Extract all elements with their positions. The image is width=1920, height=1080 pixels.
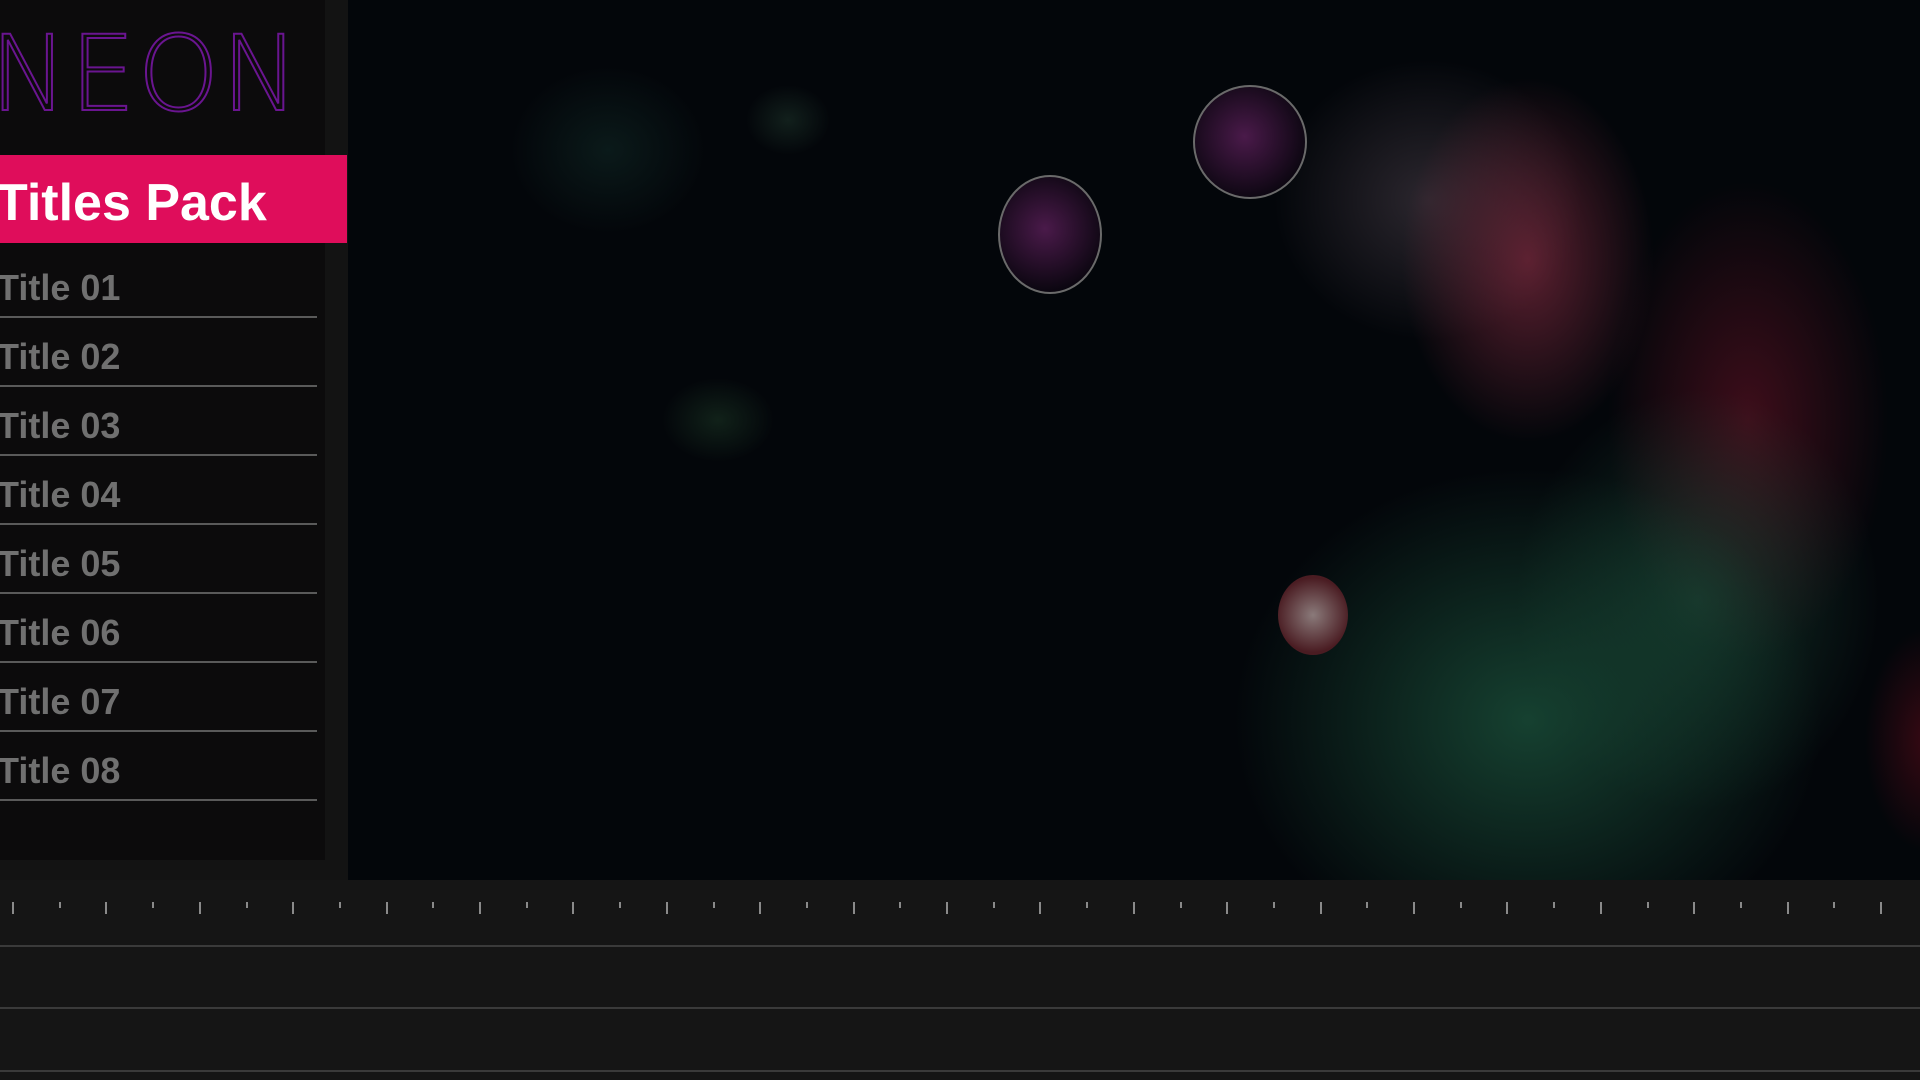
ruler-tick [245, 902, 248, 908]
ruler-tick [1599, 902, 1602, 914]
ruler-tick [619, 902, 622, 908]
ruler-tick [992, 902, 995, 908]
ruler-tick [1880, 902, 1882, 914]
title-label: Title 08 [0, 750, 121, 791]
ruler-tick [665, 902, 668, 914]
title-item-01[interactable]: Title 01 [0, 249, 317, 318]
ruler-tick [1646, 902, 1649, 908]
video-preview[interactable] [348, 0, 1920, 880]
ruler-tick [152, 902, 155, 908]
title-label: Title 03 [0, 405, 121, 446]
ruler-tick [572, 902, 575, 914]
title-item-08[interactable]: Title 08 [0, 732, 317, 801]
ruler-tick [1459, 902, 1462, 908]
ruler-tick [58, 902, 61, 908]
ruler-tick [1413, 902, 1415, 914]
ruler-tick [712, 902, 715, 908]
ruler-tick [1319, 902, 1322, 914]
ruler-tick [899, 902, 902, 908]
ruler-tick [759, 902, 762, 914]
ruler-tick [198, 902, 201, 914]
ruler-tick [12, 902, 14, 914]
ruler-tick [1786, 902, 1789, 914]
title-list: Title 01 Title 02 Title 03 Title 04 Titl… [0, 249, 317, 801]
timeline[interactable] [0, 880, 1920, 1080]
ruler-tick [1132, 902, 1135, 914]
title-label: Title 07 [0, 681, 121, 722]
title-label: Title 05 [0, 543, 121, 584]
ruler-tick [1693, 902, 1696, 914]
track-divider [0, 1070, 1920, 1072]
title-label: Title 01 [0, 267, 121, 308]
sunglasses-lens-left [998, 175, 1102, 294]
ruler-tick [1179, 902, 1182, 908]
track-divider [0, 1007, 1920, 1009]
sunglasses-lens-right [1193, 85, 1307, 199]
ruler-tick [338, 902, 341, 908]
title-item-05[interactable]: Title 05 [0, 525, 317, 594]
ruler-tick [1086, 902, 1089, 908]
ruler-tick [479, 902, 481, 914]
track-divider [0, 945, 1920, 947]
ruler-tick [292, 902, 295, 914]
titles-pack-title: Titles Pack [0, 174, 267, 232]
title-label: Title 06 [0, 612, 121, 653]
wristwatch [1278, 575, 1348, 655]
ruler-tick [1833, 902, 1836, 908]
ruler-tick [1039, 902, 1042, 914]
titles-panel: NEON Titles Pack Title 01 Title 02 Title… [0, 0, 348, 880]
ruler-tick [946, 902, 948, 914]
title-item-06[interactable]: Title 06 [0, 594, 317, 663]
ruler-tick [1506, 902, 1509, 914]
ruler-tick [432, 902, 435, 908]
titles-pack-header: Titles Pack [0, 155, 347, 243]
title-item-03[interactable]: Title 03 [0, 387, 317, 456]
ruler-tick [105, 902, 108, 914]
title-item-02[interactable]: Title 02 [0, 318, 317, 387]
ruler-tick [805, 902, 808, 908]
ruler-tick [1226, 902, 1229, 914]
ruler-tick [1739, 902, 1742, 908]
neon-logo: NEON [0, 13, 302, 135]
ruler-tick [1366, 902, 1369, 908]
ruler-tick [1272, 902, 1275, 908]
title-item-04[interactable]: Title 04 [0, 456, 317, 525]
ruler-tick [525, 902, 528, 908]
ruler-tick [385, 902, 388, 914]
timeline-ruler[interactable] [0, 894, 1920, 918]
title-label: Title 02 [0, 336, 121, 377]
ruler-tick [852, 902, 855, 914]
ruler-tick [1553, 902, 1556, 908]
title-item-07[interactable]: Title 07 [0, 663, 317, 732]
title-label: Title 04 [0, 474, 121, 515]
